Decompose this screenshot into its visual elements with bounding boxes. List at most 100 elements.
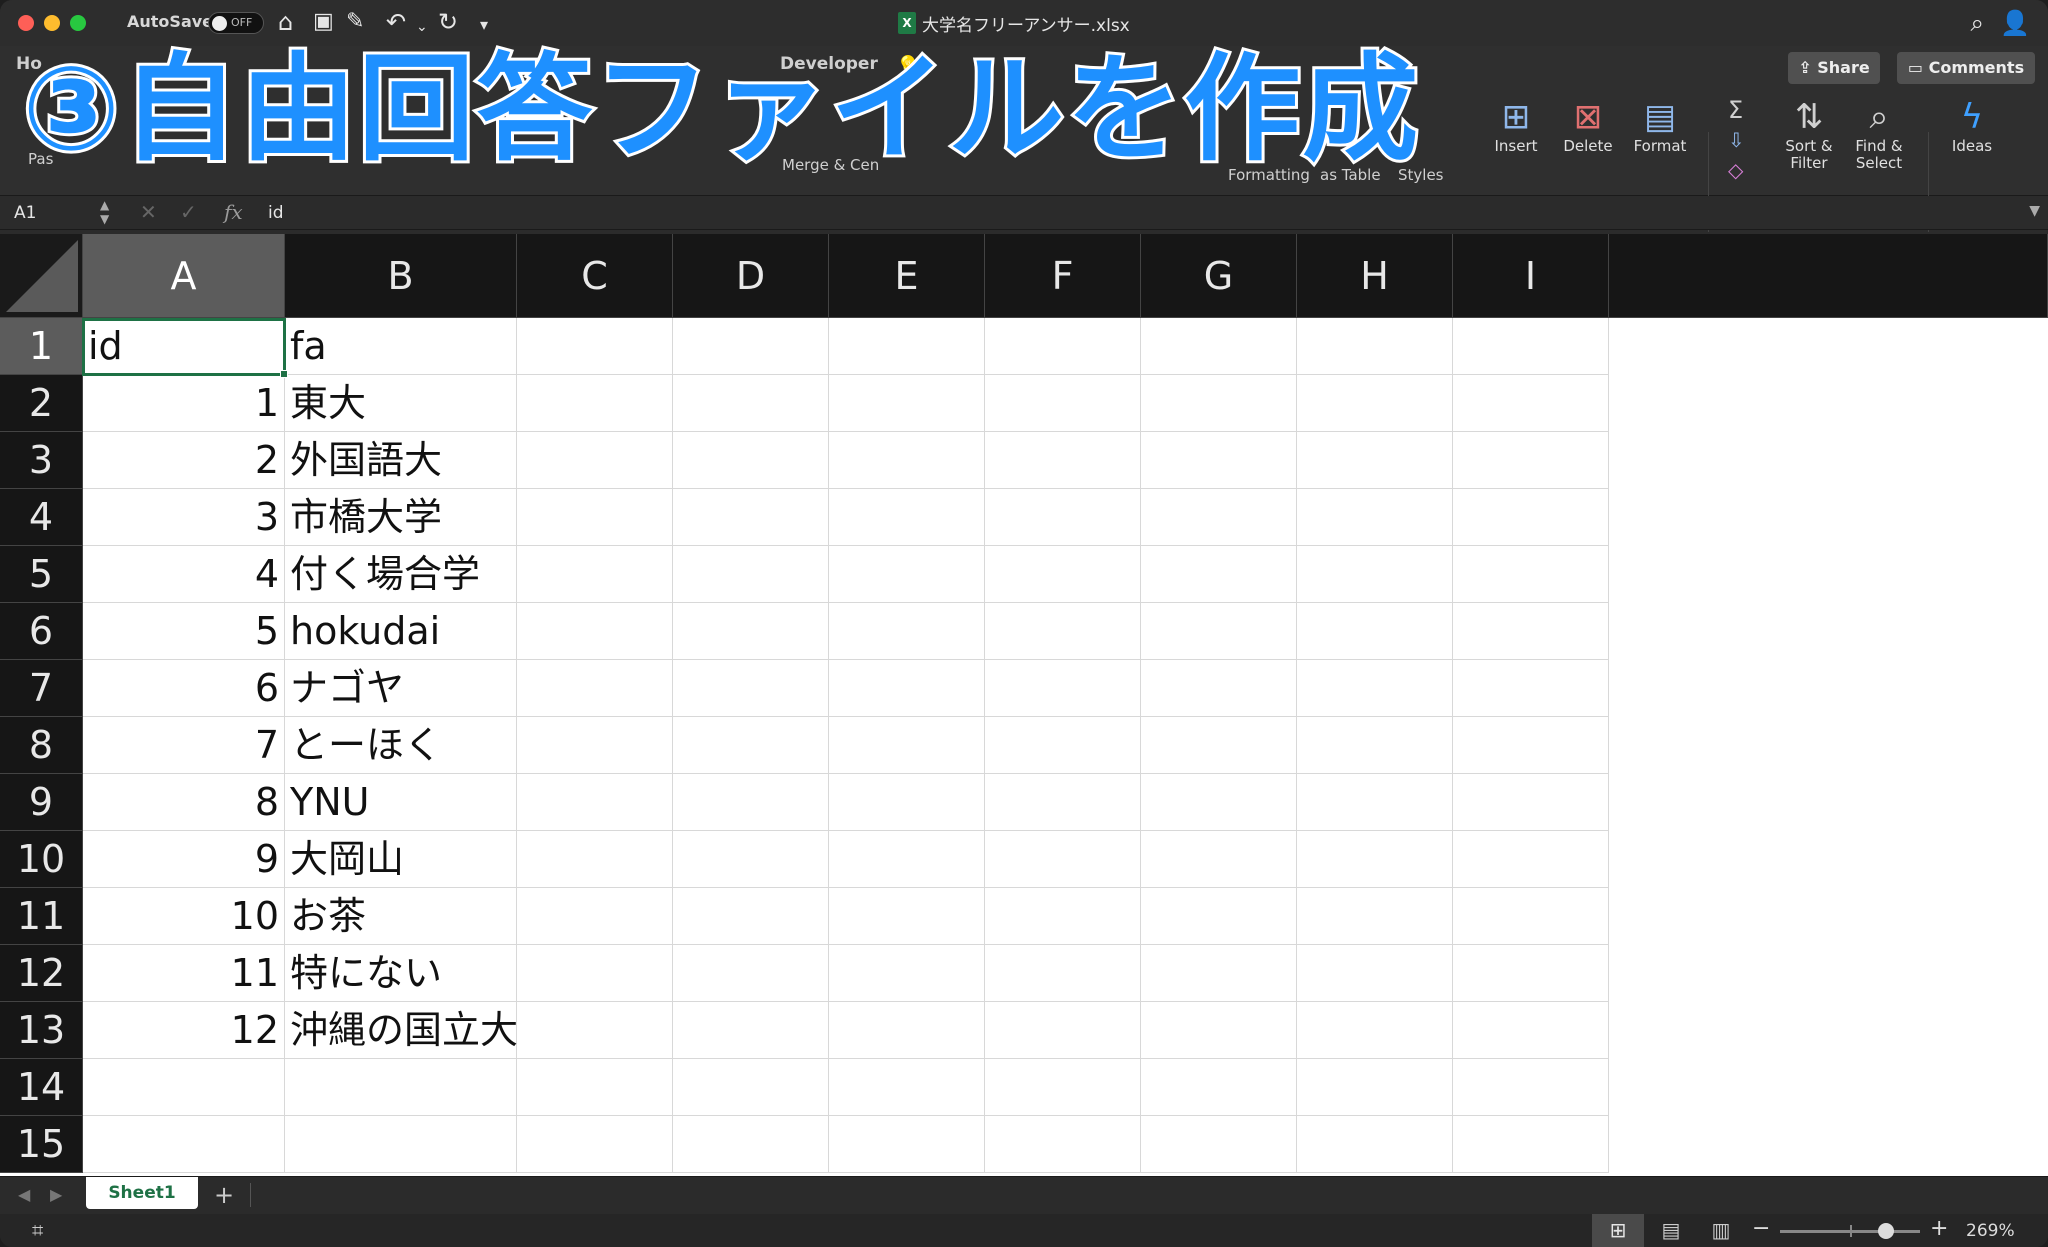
cell-d11[interactable] bbox=[673, 888, 829, 945]
cell-g9[interactable] bbox=[1141, 774, 1297, 831]
page-layout-view-icon[interactable]: ▤ bbox=[1656, 1214, 1686, 1247]
cell-d7[interactable] bbox=[673, 660, 829, 717]
clear-icon[interactable]: ◇ bbox=[1728, 158, 1743, 182]
cell-f4[interactable] bbox=[985, 489, 1141, 546]
column-header-f[interactable]: F bbox=[985, 234, 1141, 318]
cell-c14[interactable] bbox=[517, 1059, 673, 1116]
cell-h9[interactable] bbox=[1297, 774, 1453, 831]
cell-b1[interactable]: fa bbox=[285, 318, 517, 375]
cell-f8[interactable] bbox=[985, 717, 1141, 774]
cell-d15[interactable] bbox=[673, 1116, 829, 1173]
cell-f15[interactable] bbox=[985, 1116, 1141, 1173]
cell-a2[interactable]: 1 bbox=[83, 375, 285, 432]
ideas-button[interactable]: ϟ Ideas bbox=[1940, 96, 2004, 155]
close-window-button[interactable] bbox=[18, 15, 34, 31]
cell-f11[interactable] bbox=[985, 888, 1141, 945]
cell-a15[interactable] bbox=[83, 1116, 285, 1173]
cell-a1[interactable]: id bbox=[83, 318, 285, 375]
column-header-d[interactable]: D bbox=[673, 234, 829, 318]
cell-h6[interactable] bbox=[1297, 603, 1453, 660]
cell-i5[interactable] bbox=[1453, 546, 1609, 603]
cell-i15[interactable] bbox=[1453, 1116, 1609, 1173]
cell-e13[interactable] bbox=[829, 1002, 985, 1059]
page-break-view-icon[interactable]: ▥ bbox=[1706, 1214, 1736, 1247]
zoom-level[interactable]: 269% bbox=[1966, 1221, 2015, 1241]
cell-f10[interactable] bbox=[985, 831, 1141, 888]
account-icon[interactable]: 👤 bbox=[2000, 9, 2030, 37]
cell-d12[interactable] bbox=[673, 945, 829, 1002]
cell-g7[interactable] bbox=[1141, 660, 1297, 717]
cell-c12[interactable] bbox=[517, 945, 673, 1002]
cell-a4[interactable]: 3 bbox=[83, 489, 285, 546]
cell-b9[interactable]: YNU bbox=[285, 774, 517, 831]
cell-g5[interactable] bbox=[1141, 546, 1297, 603]
row-header-13[interactable]: 13 bbox=[0, 1002, 83, 1059]
cell-e9[interactable] bbox=[829, 774, 985, 831]
cell-f7[interactable] bbox=[985, 660, 1141, 717]
cell-b8[interactable]: とーほく bbox=[285, 717, 517, 774]
cell-d9[interactable] bbox=[673, 774, 829, 831]
zoom-out-button[interactable]: − bbox=[1752, 1216, 1770, 1241]
sort-filter-button[interactable]: ⇅ Sort & Filter bbox=[1778, 96, 1840, 172]
cell-g11[interactable] bbox=[1141, 888, 1297, 945]
cell-i9[interactable] bbox=[1453, 774, 1609, 831]
column-header-c[interactable]: C bbox=[517, 234, 673, 318]
share-button[interactable]: ⇪ Share bbox=[1788, 52, 1880, 84]
cell-c8[interactable] bbox=[517, 717, 673, 774]
cell-e4[interactable] bbox=[829, 489, 985, 546]
undo-icon[interactable]: ↶ bbox=[386, 9, 406, 35]
row-header-3[interactable]: 3 bbox=[0, 432, 83, 489]
comments-button[interactable]: ▭ Comments bbox=[1897, 52, 2035, 84]
cell-h15[interactable] bbox=[1297, 1116, 1453, 1173]
row-header-11[interactable]: 11 bbox=[0, 888, 83, 945]
save-icon[interactable]: ▣ bbox=[313, 9, 334, 35]
cell-h13[interactable] bbox=[1297, 1002, 1453, 1059]
name-box-stepper-icon[interactable]: ▲ ▼ bbox=[100, 198, 109, 226]
cell-a9[interactable]: 8 bbox=[83, 774, 285, 831]
column-header-a[interactable]: A bbox=[83, 234, 285, 318]
row-header-8[interactable]: 8 bbox=[0, 717, 83, 774]
fill-icon[interactable]: ⇩ bbox=[1728, 128, 1745, 152]
cell-b2[interactable]: 東大 bbox=[285, 375, 517, 432]
cell-e8[interactable] bbox=[829, 717, 985, 774]
cell-c4[interactable] bbox=[517, 489, 673, 546]
cell-c6[interactable] bbox=[517, 603, 673, 660]
row-header-6[interactable]: 6 bbox=[0, 603, 83, 660]
cell-f1[interactable] bbox=[985, 318, 1141, 375]
insert-function-icon[interactable]: fx bbox=[224, 200, 243, 224]
row-header-5[interactable]: 5 bbox=[0, 546, 83, 603]
autosum-icon[interactable]: Σ bbox=[1728, 96, 1743, 124]
cell-h2[interactable] bbox=[1297, 375, 1453, 432]
cell-i6[interactable] bbox=[1453, 603, 1609, 660]
cell-h8[interactable] bbox=[1297, 717, 1453, 774]
save-as-icon[interactable]: ✎ bbox=[346, 9, 364, 35]
column-header-h[interactable]: H bbox=[1297, 234, 1453, 318]
format-cells-button[interactable]: ▤ Format bbox=[1628, 96, 1692, 155]
row-header-15[interactable]: 15 bbox=[0, 1116, 83, 1173]
select-all-button[interactable] bbox=[0, 234, 83, 318]
cell-c13[interactable] bbox=[517, 1002, 673, 1059]
undo-dropdown-icon[interactable]: ⌄ bbox=[416, 14, 428, 40]
cell-g10[interactable] bbox=[1141, 831, 1297, 888]
cell-h5[interactable] bbox=[1297, 546, 1453, 603]
cell-g2[interactable] bbox=[1141, 375, 1297, 432]
confirm-entry-icon[interactable]: ✓ bbox=[180, 200, 197, 224]
expand-formula-bar-icon[interactable]: ▼ bbox=[2029, 203, 2040, 219]
cell-c15[interactable] bbox=[517, 1116, 673, 1173]
cell-g14[interactable] bbox=[1141, 1059, 1297, 1116]
cell-b13[interactable]: 沖縄の国立大 bbox=[285, 1002, 518, 1059]
cell-g12[interactable] bbox=[1141, 945, 1297, 1002]
cell-a8[interactable]: 7 bbox=[83, 717, 285, 774]
cell-h4[interactable] bbox=[1297, 489, 1453, 546]
cell-a12[interactable]: 11 bbox=[83, 945, 285, 1002]
cell-g8[interactable] bbox=[1141, 717, 1297, 774]
cell-f2[interactable] bbox=[985, 375, 1141, 432]
cell-a13[interactable]: 12 bbox=[83, 1002, 285, 1059]
cell-i1[interactable] bbox=[1453, 318, 1609, 375]
cell-e5[interactable] bbox=[829, 546, 985, 603]
cell-h12[interactable] bbox=[1297, 945, 1453, 1002]
cell-d6[interactable] bbox=[673, 603, 829, 660]
previous-sheet-icon[interactable]: ◀ bbox=[18, 1185, 30, 1204]
row-header-14[interactable]: 14 bbox=[0, 1059, 83, 1116]
cell-b6[interactable]: hokudai bbox=[285, 603, 517, 660]
